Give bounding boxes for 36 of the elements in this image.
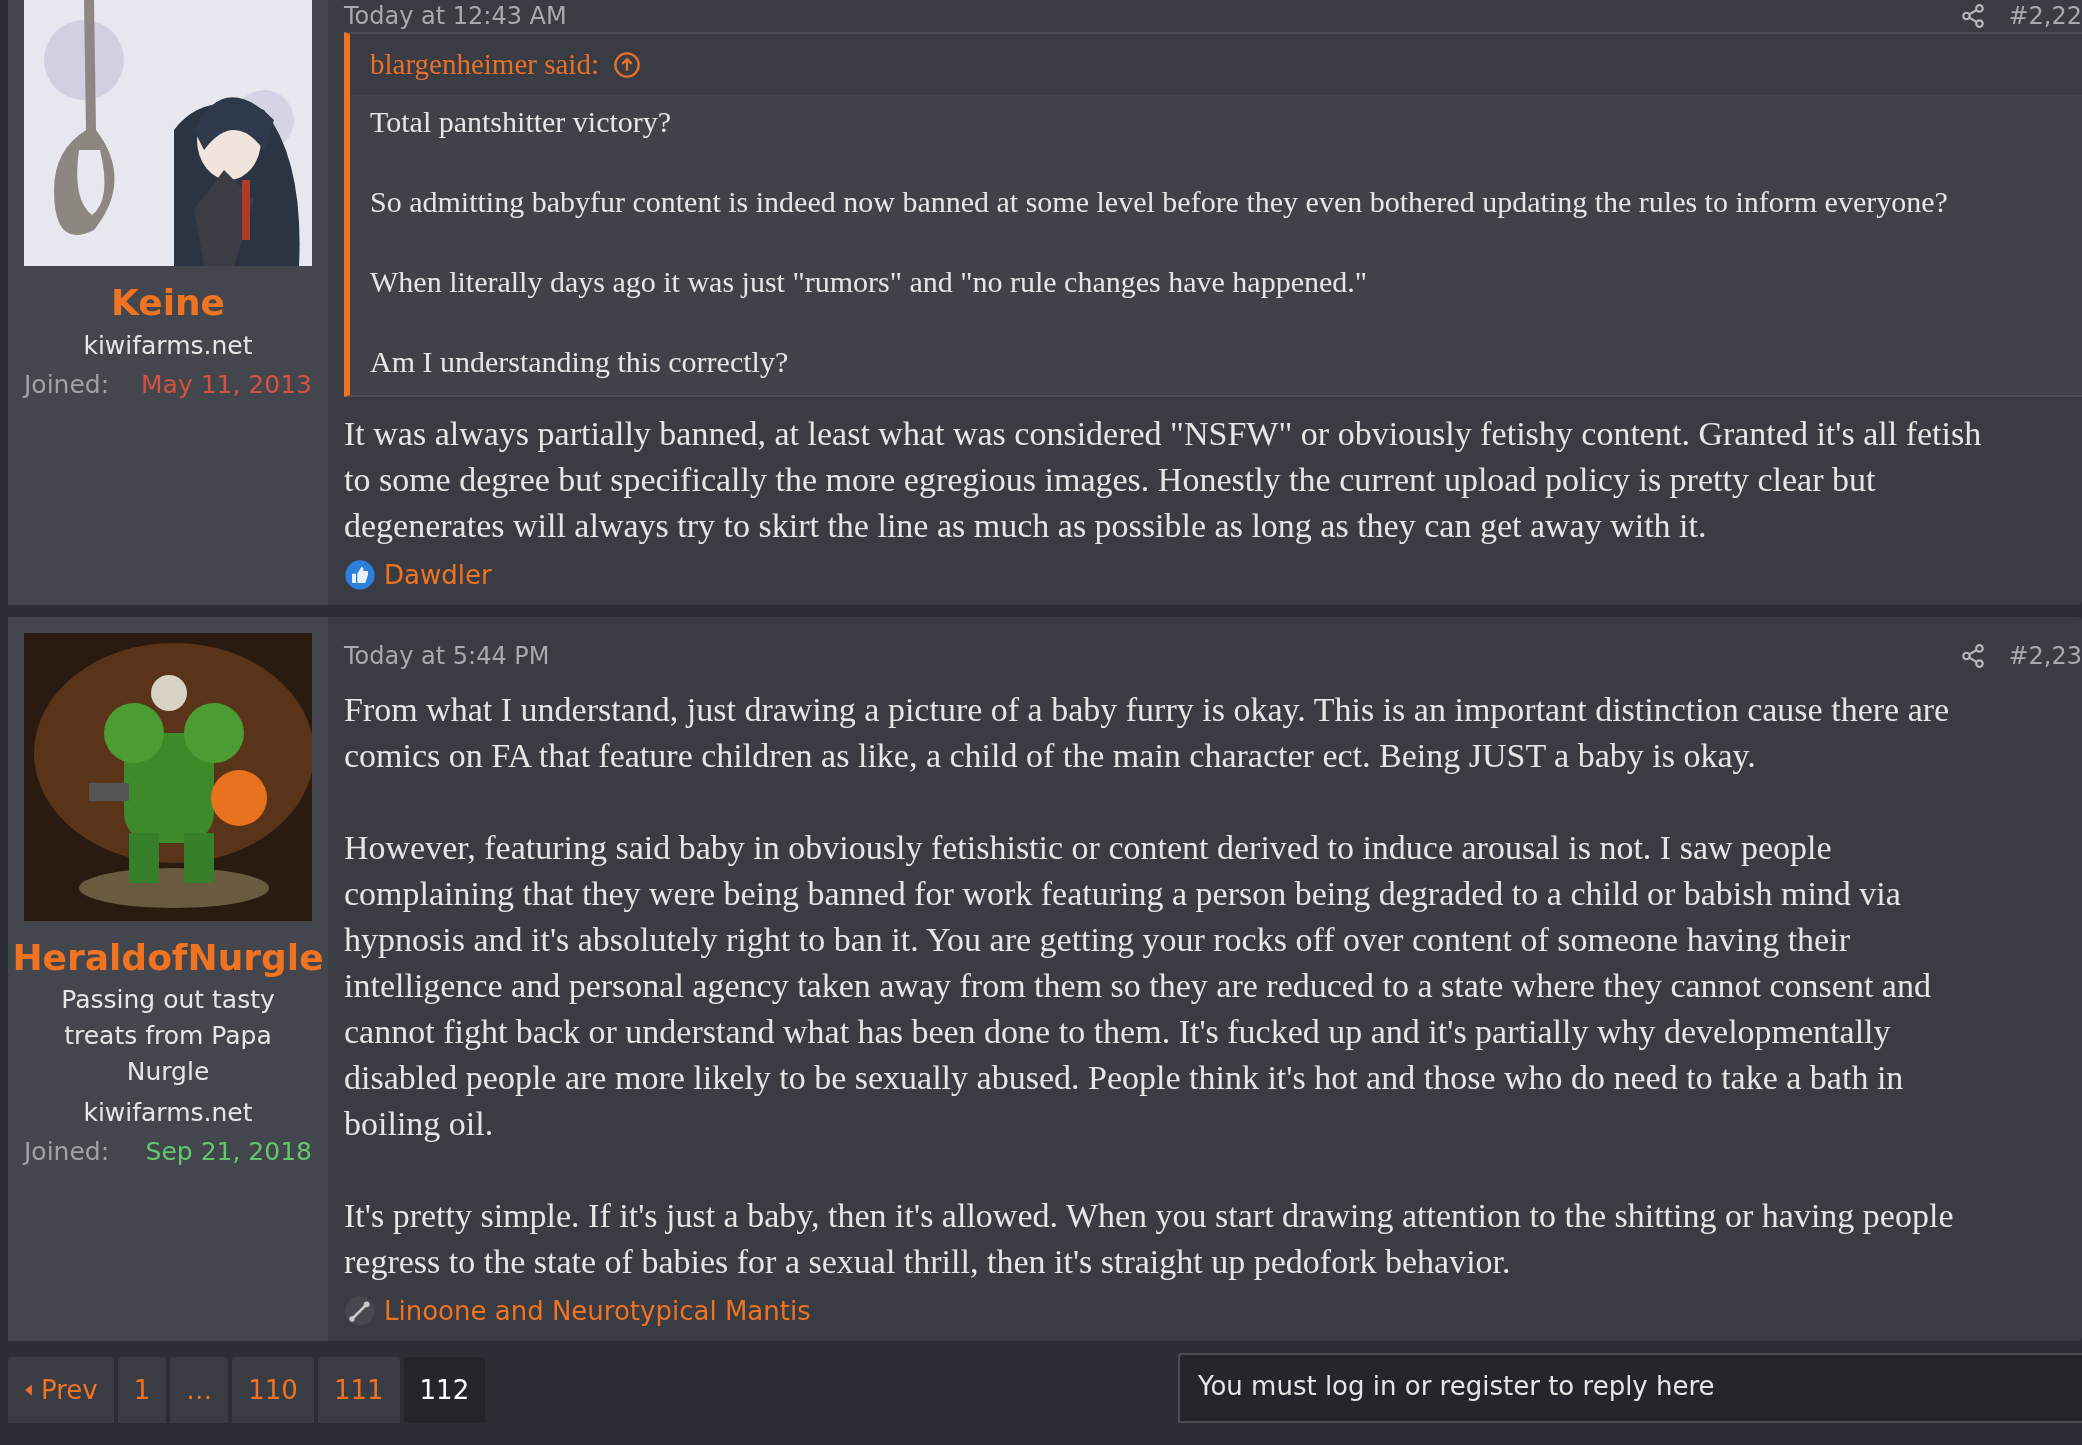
caret-icon <box>24 1383 33 1397</box>
ellipsis-button[interactable]: … <box>170 1357 229 1423</box>
post-text: It was always partially banned, at least what was considered "NSFW" or obviously fetishy content. Granted it's all fetish to some degree but specifically the more egregious images. Honestly the current upload policy is pretty clear but degenerates will always try to skirt the line as much as possible as long as they can get away with it. <box>344 414 1983 546</box>
thumbs-up-icon[interactable] <box>344 559 376 591</box>
post-text: It's pretty simple. If it's just a baby, then it's allowed. When you start drawing attention to the shitting or having people regress to the state of babies for a sexual thrill, then it's straight up pedofork behavior. <box>344 1196 1955 1282</box>
page-button[interactable]: 110 <box>232 1357 314 1423</box>
quote-text: Total pantshitter victory? <box>370 104 673 140</box>
prev-button[interactable]: Prev <box>8 1357 114 1423</box>
page-button[interactable]: 1 <box>117 1357 167 1423</box>
joined-date: Sep 21, 2018 <box>145 1137 312 1166</box>
page-button[interactable]: 111 <box>317 1357 400 1423</box>
quote-text: Am I understanding this correctly? <box>370 344 790 380</box>
username[interactable]: HeraldofNurgle <box>12 937 324 978</box>
reaction-users[interactable]: Dawdler <box>384 560 492 590</box>
wrench-icon[interactable] <box>344 1295 376 1327</box>
quote-text: When literally days ago it was just "rumors" and "no rule changes have happened." <box>370 264 1369 300</box>
post-date[interactable]: Today at 12:43 AM <box>344 2 567 30</box>
reply-notice: You must log in or register to reply here <box>1178 1353 2082 1423</box>
site-label: kiwifarms.net <box>83 1098 253 1127</box>
joined-label: Joined: <box>24 1137 110 1166</box>
quote-author[interactable]: blargenheimer said: <box>370 48 599 81</box>
joined-date: May 11, 2013 <box>141 370 312 399</box>
post-date[interactable]: Today at 5:44 PM <box>344 642 550 670</box>
post-text: However, featuring said baby in obviously fetishistic or content derived to induce arousal is not. I saw people complaining that they were being banned for work featuring a person being degraded to a child or babish mind via hypnosis and it's absolutely right to ban it. You are getting your rocks off over content of someone having their intelligence and personal agency taken away from them so they are reduced to a state where they cannot consent and cannot fight back or understand what has been done to them. It's fucked up and it's partially why developmentally disabled people are more likely to be sexually abused. People think it's hot and those who do need to take a bath in boiling oil. <box>344 828 1932 1144</box>
username[interactable]: Keine <box>110 282 226 323</box>
share-icon[interactable] <box>1960 3 1987 29</box>
joined-label: Joined: <box>24 370 110 399</box>
arrow-up-icon[interactable] <box>613 50 641 79</box>
post-number[interactable]: #2,23 <box>2008 642 2082 670</box>
page-button[interactable]: 112 <box>403 1357 486 1423</box>
site-label: kiwifarms.net <box>83 331 253 360</box>
share-icon[interactable] <box>1960 643 1987 669</box>
post-number[interactable]: #2,22 <box>2008 2 2082 30</box>
post-text: From what I understand, just drawing a picture of a baby furry is okay. This is an important distinction cause there are comics on FA that feature children as like, a child of the main character ect. Being JUST a baby is okay. <box>344 690 1951 776</box>
reaction-users[interactable]: Linoone and Neurotypical Mantis <box>384 1296 811 1326</box>
quote-text: So admitting babyfur content is indeed now banned at some level before they even bothered updating the rules to inform everyone? <box>370 184 1949 220</box>
